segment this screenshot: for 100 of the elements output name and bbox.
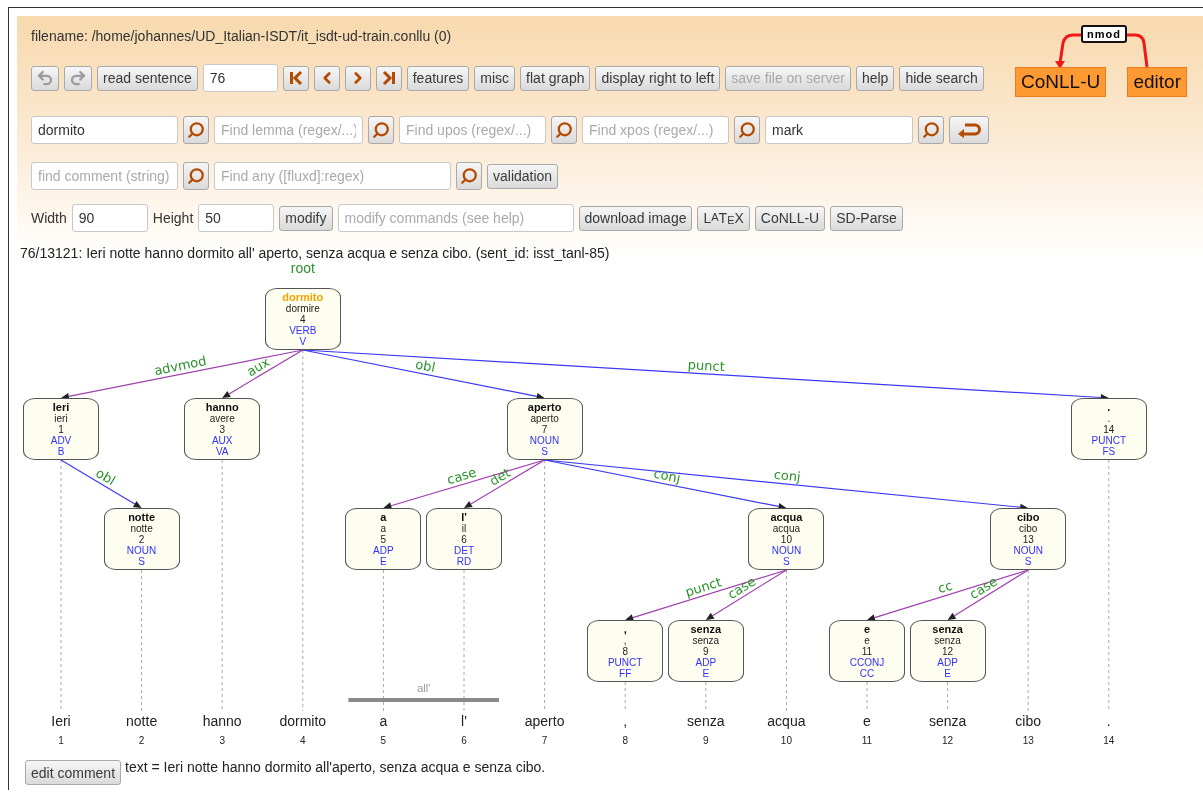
node-id: 13 bbox=[1022, 533, 1034, 545]
toolbar-button[interactable]: display right to left bbox=[595, 65, 721, 91]
node-form: . bbox=[1107, 401, 1111, 413]
relation-label: case bbox=[445, 464, 479, 488]
search-icon bbox=[555, 121, 573, 139]
node-xpos: B bbox=[57, 445, 65, 457]
text-field[interactable]: Find any ([fluxd]:regex) bbox=[214, 162, 451, 190]
node-id: 8 bbox=[622, 645, 628, 657]
root-label: root bbox=[290, 260, 315, 276]
node-form: l' bbox=[461, 511, 467, 523]
relation-label: obl bbox=[414, 356, 437, 375]
relation-label: conj bbox=[652, 465, 682, 486]
search-button[interactable] bbox=[734, 116, 760, 144]
token-node[interactable]: e e 11 CCONJ CC bbox=[829, 620, 905, 682]
token-node[interactable]: acqua acqua 10 NOUN S bbox=[748, 508, 825, 570]
last-button[interactable] bbox=[375, 65, 402, 91]
node-lemma: ieri bbox=[54, 412, 68, 424]
toolbar-button[interactable]: flat graph bbox=[520, 65, 591, 91]
search-button[interactable] bbox=[368, 116, 394, 144]
node-xpos: RD bbox=[456, 555, 472, 567]
text-field[interactable]: 50 bbox=[198, 204, 275, 232]
toolbar-button[interactable]: hide search bbox=[899, 65, 984, 91]
toolbar-button[interactable]: modify bbox=[279, 205, 333, 231]
search-button[interactable] bbox=[456, 162, 482, 190]
first-button[interactable] bbox=[282, 65, 309, 91]
token-node[interactable]: . . 14 PUNCT FS bbox=[1070, 398, 1147, 460]
search-button[interactable] bbox=[183, 162, 209, 190]
node-upos: ADP bbox=[373, 544, 394, 556]
token-node[interactable]: a a 5 ADP E bbox=[345, 508, 422, 570]
text-field[interactable]: find comment (string) bbox=[31, 162, 178, 190]
return-button[interactable] bbox=[949, 116, 989, 144]
node-lemma: il bbox=[461, 522, 467, 534]
toolbar-button[interactable]: validation bbox=[487, 163, 559, 189]
text-field[interactable]: 76 bbox=[202, 64, 278, 92]
node-upos: NOUN bbox=[126, 544, 157, 556]
sentence-text: 76/13121: Ieri notte hanno dormito all' aperto, senza acqua e senza cibo. (sent_id: isst_tanl-85) bbox=[19, 245, 611, 261]
toolbar-button[interactable]: download image bbox=[578, 205, 693, 231]
token-number: 12 bbox=[942, 735, 954, 746]
token-node[interactable]: Ieri ieri 1 ADV B bbox=[23, 398, 99, 460]
node-lemma: aperto bbox=[530, 412, 559, 424]
edit-comment-button[interactable]: edit comment bbox=[25, 760, 122, 785]
node-form: , bbox=[623, 623, 627, 635]
token-node[interactable]: senza senza 12 ADP E bbox=[909, 620, 986, 682]
relation-label: advmod bbox=[152, 353, 208, 379]
token-node[interactable]: hanno avere 3 AUX VA bbox=[184, 398, 261, 460]
search-icon bbox=[187, 167, 205, 185]
token-word: , bbox=[623, 713, 628, 729]
toolbar-button[interactable]: read sentence bbox=[97, 65, 198, 91]
toolbar-button[interactable]: help bbox=[855, 65, 895, 91]
token-number: 1 bbox=[58, 735, 64, 746]
node-lemma: , bbox=[623, 634, 627, 646]
toolbar-button[interactable]: SD-Parse bbox=[830, 205, 903, 231]
token-node[interactable]: aperto aperto 7 NOUN S bbox=[506, 398, 583, 460]
comment-text: text = Ieri notte hanno dormito all'aperto, senza acqua e senza cibo. bbox=[125, 759, 546, 775]
text-field[interactable]: modify commands (see help) bbox=[337, 204, 574, 232]
search-button[interactable] bbox=[551, 116, 577, 144]
toolbar-button[interactable]: features bbox=[406, 65, 470, 91]
token-node[interactable]: notte notte 2 NOUN S bbox=[103, 508, 180, 570]
logo-arc-label: nmod bbox=[1081, 25, 1127, 43]
toolbar-button[interactable]: misc bbox=[474, 65, 516, 91]
text-field[interactable]: Find xpos (regex/...) bbox=[582, 116, 729, 144]
node-lemma: senza bbox=[934, 634, 961, 646]
text-field[interactable]: dormito bbox=[31, 116, 178, 144]
search-button[interactable] bbox=[183, 116, 209, 144]
token-word: . bbox=[1106, 713, 1111, 729]
node-xpos: E bbox=[944, 667, 951, 679]
node-form: e bbox=[863, 623, 871, 635]
node-xpos: S bbox=[541, 445, 548, 457]
token-node[interactable]: , , 8 PUNCT FF bbox=[587, 620, 664, 682]
token-word: Ieri bbox=[51, 713, 71, 729]
next-button[interactable] bbox=[344, 65, 371, 91]
node-upos: DET bbox=[454, 544, 474, 556]
node-lemma: avere bbox=[209, 412, 235, 424]
toolbar-button[interactable]: CoNLL-U bbox=[754, 205, 826, 231]
node-id: 6 bbox=[461, 533, 467, 545]
token-word: notte bbox=[126, 713, 158, 729]
node-lemma: . bbox=[1107, 412, 1111, 424]
undo-icon bbox=[36, 69, 54, 87]
search-icon bbox=[460, 167, 478, 185]
node-upos: ADP bbox=[937, 656, 958, 668]
search-button[interactable] bbox=[918, 116, 944, 144]
token-number: 3 bbox=[219, 735, 225, 746]
text-field[interactable]: mark bbox=[765, 116, 913, 144]
multiword-label: all' bbox=[417, 682, 431, 694]
node-upos: ADV bbox=[50, 434, 72, 446]
previous-button[interactable] bbox=[313, 65, 340, 91]
token-node[interactable]: senza senza 9 ADP E bbox=[667, 620, 744, 682]
token-node[interactable]: cibo cibo 13 NOUN S bbox=[990, 508, 1067, 570]
search-icon bbox=[922, 121, 940, 139]
node-upos: AUX bbox=[211, 434, 233, 446]
token-word: cibo bbox=[1015, 713, 1042, 729]
node-id: 9 bbox=[703, 645, 709, 657]
text-field[interactable]: 90 bbox=[71, 204, 148, 232]
node-form: acqua bbox=[770, 511, 803, 523]
node-form: cibo bbox=[1016, 511, 1040, 523]
node-form: notte bbox=[128, 511, 156, 523]
node-form: hanno bbox=[205, 401, 239, 413]
token-node[interactable]: l' il 6 DET RD bbox=[426, 508, 502, 570]
token-node[interactable]: dormito dormire 4 VERB V bbox=[264, 288, 341, 350]
text-field[interactable]: Find upos (regex/...) bbox=[399, 116, 546, 144]
